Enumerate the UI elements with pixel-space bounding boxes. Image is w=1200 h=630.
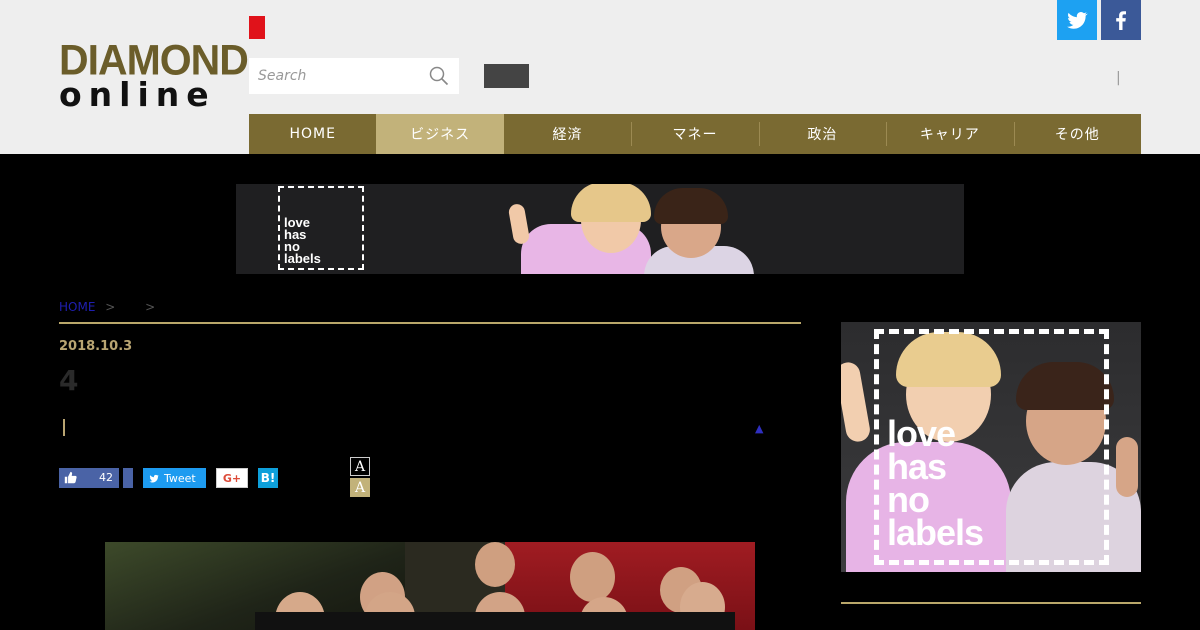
search-input[interactable] [249, 58, 424, 94]
breadcrumb-separator: > [145, 300, 156, 314]
sidebar-ad[interactable]: love has no labels [841, 322, 1141, 572]
breadcrumb-separator: > [105, 300, 116, 314]
red-marker [249, 16, 265, 39]
nav-item-politics[interactable]: 政治 [758, 114, 886, 154]
article-headline: 4 [59, 364, 79, 397]
nav-item-home[interactable]: HOME [249, 114, 376, 154]
twitter-icon [1067, 12, 1088, 29]
up-arrow-icon[interactable]: ▲ [755, 422, 763, 435]
facebook-icon [1116, 11, 1126, 30]
thumbs-up-icon [64, 471, 77, 484]
article-date: 2018.10.3 [59, 339, 133, 354]
nav-item-other[interactable]: その他 [1013, 114, 1141, 154]
main-nav: HOME ビジネス 経済 マネー 政治 キャリア その他 [249, 114, 1141, 154]
logo-line-1: DIAMOND [59, 35, 249, 85]
site-header: DIAMOND online | HOME ビジネス 経済 マネー 政治 キャリ… [0, 0, 1200, 154]
banner-logo-text: love has no labels [284, 215, 321, 266]
facebook-like-button[interactable]: 42 [59, 468, 119, 488]
breadcrumb-divider [59, 322, 801, 324]
google-plus-button[interactable]: G+ [216, 468, 248, 488]
search-icon[interactable] [429, 66, 449, 86]
like-count: 42 [99, 471, 113, 484]
author-marker [63, 419, 65, 436]
twitter-icon [149, 474, 159, 482]
hatena-bookmark-button[interactable]: B! [258, 468, 278, 488]
header-separator: | [1116, 70, 1121, 86]
sidebar-ad-logo-text: love has no labels [887, 413, 984, 553]
nav-item-career[interactable]: キャリア [886, 114, 1013, 154]
facebook-button[interactable] [1101, 0, 1141, 40]
facebook-share-button[interactable] [123, 468, 133, 488]
font-size-large-button[interactable]: A [350, 478, 370, 497]
tweet-button[interactable]: Tweet [143, 468, 206, 488]
nav-item-economy[interactable]: 経済 [504, 114, 631, 154]
search-box [249, 58, 459, 94]
breadcrumb-home-link[interactable]: HOME [59, 300, 95, 314]
breadcrumb: HOME > > [59, 300, 155, 314]
twitter-button[interactable] [1057, 0, 1097, 40]
sidebar-divider [841, 602, 1141, 604]
header-dark-button[interactable] [484, 64, 529, 88]
nav-item-money[interactable]: マネー [631, 114, 758, 154]
font-size-small-button[interactable]: A [350, 457, 370, 476]
top-banner-ad[interactable]: love has no labels [236, 184, 964, 274]
diamond-online-logo[interactable]: DIAMOND online [59, 35, 249, 112]
tweet-label: Tweet [164, 471, 196, 485]
article-photo [105, 542, 755, 630]
nav-item-business[interactable]: ビジネス [376, 114, 504, 154]
